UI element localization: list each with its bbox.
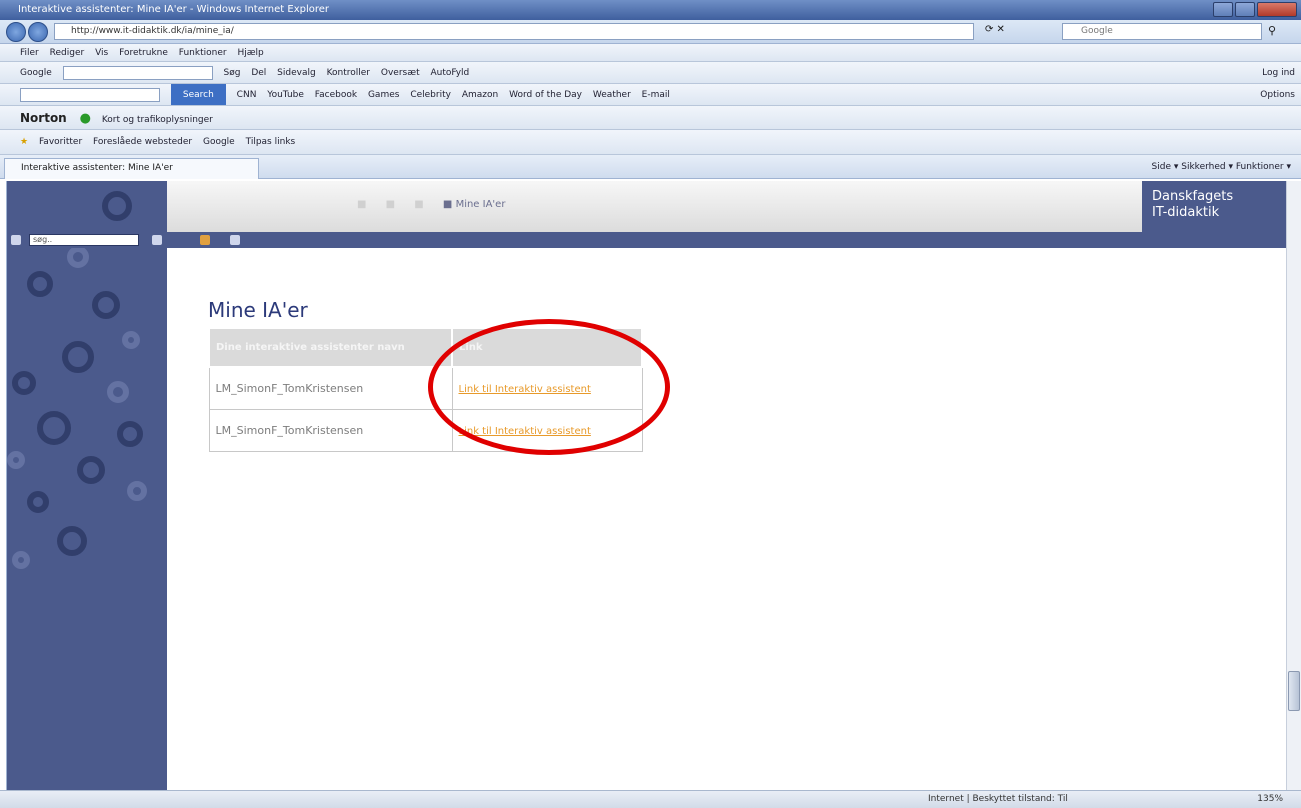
ia-name-cell: LM_SimonF_TomKristensen xyxy=(208,408,453,452)
url-field[interactable]: http://www.it-didaktik.dk/ia/mine_ia/ xyxy=(54,23,974,40)
fav-google[interactable]: Google xyxy=(203,130,235,154)
site-brand[interactable]: Danskfagets IT-didaktik xyxy=(1142,181,1286,232)
link-weather[interactable]: Weather xyxy=(593,84,631,105)
breadcrumb-current: ■ Mine IA'er xyxy=(442,199,506,210)
link-cnn[interactable]: CNN xyxy=(237,84,257,105)
link-word-of-the-day[interactable]: Word of the Day xyxy=(509,84,582,105)
link-youtube[interactable]: YouTube xyxy=(267,84,304,105)
favorites-bar: ★ Favoritter Foreslåede websteder Google… xyxy=(0,130,1301,155)
address-bar: http://www.it-didaktik.dk/ia/mine_ia/ ⟳ … xyxy=(0,20,1301,44)
fav-customize-links[interactable]: Tilpas links xyxy=(246,130,296,154)
brand-line-2: IT-didaktik xyxy=(1152,205,1220,220)
breadcrumb-bullet: ■ xyxy=(357,199,367,210)
link-facebook[interactable]: Facebook xyxy=(315,84,357,105)
page-title: Mine IA'er xyxy=(208,298,308,322)
page-viewport: ■ ■ ■ ■ Mine IA'er Danskfagets IT-didakt… xyxy=(6,181,1286,790)
ia-name-cell: LM_SimonF_TomKristensen xyxy=(208,366,453,410)
favorites-button[interactable]: Favoritter xyxy=(39,130,82,154)
decorative-side-panel xyxy=(7,181,167,790)
forward-button[interactable] xyxy=(28,22,48,42)
minimize-button[interactable] xyxy=(1213,2,1233,17)
menu-edit[interactable]: Rediger xyxy=(50,44,85,61)
menu-view[interactable]: Vis xyxy=(95,44,108,61)
search-icon[interactable]: ⚲ xyxy=(1268,24,1276,37)
security-zone[interactable]: Internet | Beskyttet tilstand: Til xyxy=(928,791,1068,808)
zoom-level[interactable]: 135% xyxy=(1257,791,1283,808)
google-translate-button[interactable]: Oversæt xyxy=(381,62,420,83)
menu-tools[interactable]: Funktioner xyxy=(179,44,227,61)
tab-bar: Interaktive assistenter: Mine IA'er Side… xyxy=(0,155,1301,179)
menu-file[interactable]: Filer xyxy=(20,44,39,61)
google-check-button[interactable]: Kontroller xyxy=(327,62,370,83)
bookmark-icon[interactable] xyxy=(200,235,210,245)
back-button[interactable] xyxy=(6,22,26,42)
star-icon[interactable]: ★ xyxy=(20,130,28,154)
close-button[interactable] xyxy=(1257,2,1297,17)
toolbar-options-button[interactable]: Options xyxy=(1260,84,1295,105)
window-title-bar: Interaktive assistenter: Mine IA'er - Wi… xyxy=(0,0,1301,20)
mail-icon[interactable] xyxy=(230,235,240,245)
column-header-name: Dine interaktive assistenter navn xyxy=(208,327,453,368)
tab-active[interactable]: Interaktive assistenter: Mine IA'er xyxy=(4,158,259,179)
window-title: Interaktive assistenter: Mine IA'er - Wi… xyxy=(18,4,330,15)
toolbar-search-input[interactable] xyxy=(20,87,160,102)
refresh-icon[interactable]: ⟳ ✕ xyxy=(985,24,1005,35)
google-label: Google xyxy=(20,68,52,78)
links-toolbar: Search CNN YouTube Facebook Games Celebr… xyxy=(0,84,1301,106)
breadcrumb-bullet: ■ xyxy=(385,199,396,210)
google-share-button[interactable]: Del xyxy=(251,62,266,83)
command-bar[interactable]: Side ▾ Sikkerhed ▾ Funktioner ▾ xyxy=(1152,158,1291,176)
link-games[interactable]: Games xyxy=(368,84,399,105)
brand-line-1: Danskfagets xyxy=(1152,189,1234,204)
toolbar-search-button[interactable]: Search xyxy=(170,84,226,105)
menu-bar: Filer Rediger Vis Foretrukne Funktioner … xyxy=(0,44,1301,62)
menu-help[interactable]: Hjælp xyxy=(237,44,263,61)
link-celebrity[interactable]: Celebrity xyxy=(410,84,451,105)
norton-label[interactable]: Norton xyxy=(20,111,67,125)
breadcrumb-bullet: ■ xyxy=(414,199,424,210)
google-search-input[interactable] xyxy=(62,65,213,80)
google-signin-link[interactable]: Log ind xyxy=(1262,62,1295,83)
print-icon[interactable] xyxy=(152,235,162,245)
status-bar: Internet | Beskyttet tilstand: Til 135% xyxy=(0,790,1301,808)
site-header: ■ ■ ■ ■ Mine IA'er Danskfagets IT-didakt… xyxy=(167,181,1286,232)
browser-search-input[interactable]: Google xyxy=(1062,23,1262,40)
vertical-scrollbar[interactable] xyxy=(1286,181,1301,790)
home-icon[interactable] xyxy=(11,235,21,245)
highlight-circle xyxy=(428,319,670,455)
google-search-button[interactable]: Søg xyxy=(224,62,241,83)
link-amazon[interactable]: Amazon xyxy=(462,84,498,105)
menu-favorites[interactable]: Foretrukne xyxy=(119,44,168,61)
link-email[interactable]: E-mail xyxy=(642,84,670,105)
maximize-button[interactable] xyxy=(1235,2,1255,17)
scrollbar-thumb[interactable] xyxy=(1288,671,1300,711)
breadcrumb: ■ ■ ■ ■ Mine IA'er xyxy=(357,199,505,210)
fav-suggested-sites[interactable]: Foreslåede websteder xyxy=(93,130,192,154)
google-pageinfo-button[interactable]: Sidevalg xyxy=(277,62,316,83)
norton-status-icon[interactable]: ● xyxy=(80,107,91,129)
google-toolbar: Google Søg Del Sidevalg Kontroller Overs… xyxy=(0,62,1301,84)
site-search-input[interactable]: søg.. xyxy=(29,234,139,246)
site-toolbar-strip: søg.. xyxy=(7,232,1286,248)
norton-toolbar: Norton ● Kort og trafikoplysninger xyxy=(0,106,1301,130)
google-autofill-button[interactable]: AutoFyld xyxy=(430,62,469,83)
norton-maps-button[interactable]: Kort og trafikoplysninger xyxy=(102,108,213,129)
